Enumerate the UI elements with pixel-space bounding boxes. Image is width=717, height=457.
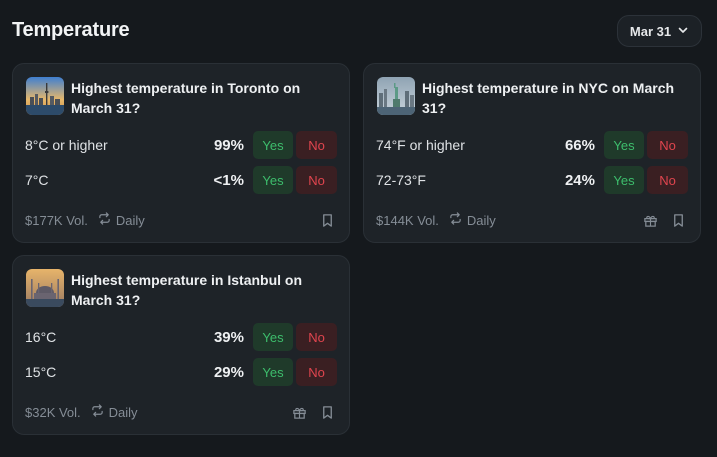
- gift-icon[interactable]: [642, 212, 658, 228]
- outcome-probability: 66%: [564, 136, 595, 154]
- outcome-label: 15°C: [25, 364, 57, 380]
- toronto-skyline-image: [26, 77, 64, 115]
- volume-label: $144K Vol.: [376, 212, 439, 228]
- volume-label: $32K Vol.: [25, 404, 81, 420]
- date-filter-dropdown[interactable]: Mar 31: [617, 15, 702, 47]
- recurrence-indicator: Daily: [98, 212, 145, 228]
- market-title[interactable]: Highest temperature in NYC on March 31?: [422, 78, 684, 118]
- date-filter-label: Mar 31: [629, 23, 672, 39]
- bookmark-icon[interactable]: [319, 212, 335, 228]
- repeat-icon: [98, 212, 111, 228]
- card-footer: $32K Vol. Daily: [25, 402, 335, 422]
- outcome-label: 16°C: [25, 329, 57, 345]
- no-button[interactable]: No: [647, 166, 688, 194]
- yes-button[interactable]: Yes: [253, 131, 293, 159]
- outcome-row: 7°C <1% Yes No: [25, 166, 337, 194]
- outcome-label: 72-73°F: [376, 172, 426, 188]
- yes-button[interactable]: Yes: [604, 131, 644, 159]
- page-title: Temperature: [12, 19, 130, 41]
- market-title[interactable]: Highest temperature in Toronto on March …: [71, 78, 333, 118]
- repeat-icon: [449, 212, 462, 228]
- volume-label: $177K Vol.: [25, 212, 88, 228]
- yes-button[interactable]: Yes: [253, 323, 293, 351]
- gift-icon[interactable]: [291, 404, 307, 420]
- bookmark-icon[interactable]: [319, 404, 335, 420]
- recurrence-indicator: Daily: [91, 404, 138, 420]
- no-button[interactable]: No: [296, 166, 337, 194]
- nyc-statue-of-liberty-image: [377, 77, 415, 115]
- yes-button[interactable]: Yes: [604, 166, 644, 194]
- recurrence-label: Daily: [108, 404, 138, 420]
- card-footer: $144K Vol. Daily: [376, 210, 686, 230]
- market-title[interactable]: Highest temperature in Istanbul on March…: [71, 270, 333, 310]
- outcome-probability: <1%: [213, 171, 244, 189]
- outcome-row: 74°F or higher 66% Yes No: [376, 131, 688, 159]
- no-button[interactable]: No: [296, 131, 337, 159]
- market-card-nyc[interactable]: Highest temperature in NYC on March 31? …: [363, 63, 701, 243]
- outcome-row: 8°C or higher 99% Yes No: [25, 131, 337, 159]
- yes-button[interactable]: Yes: [253, 358, 293, 386]
- chevron-down-icon: [677, 24, 689, 39]
- repeat-icon: [91, 404, 104, 420]
- bookmark-icon[interactable]: [670, 212, 686, 228]
- outcome-row: 15°C 29% Yes No: [25, 358, 337, 386]
- no-button[interactable]: No: [296, 323, 337, 351]
- istanbul-mosque-image: [26, 269, 64, 307]
- card-footer: $177K Vol. Daily: [25, 210, 335, 230]
- outcome-label: 74°F or higher: [376, 137, 465, 153]
- no-button[interactable]: No: [647, 131, 688, 159]
- outcome-row: 16°C 39% Yes No: [25, 323, 337, 351]
- yes-button[interactable]: Yes: [253, 166, 293, 194]
- outcome-probability: 39%: [213, 328, 244, 346]
- outcome-probability: 24%: [564, 171, 595, 189]
- no-button[interactable]: No: [296, 358, 337, 386]
- recurrence-indicator: Daily: [449, 212, 496, 228]
- market-card-istanbul[interactable]: Highest temperature in Istanbul on March…: [12, 255, 350, 435]
- outcome-label: 8°C or higher: [25, 137, 108, 153]
- outcome-label: 7°C: [25, 172, 49, 188]
- outcome-probability: 99%: [213, 136, 244, 154]
- recurrence-label: Daily: [115, 212, 145, 228]
- recurrence-label: Daily: [466, 212, 496, 228]
- outcome-row: 72-73°F 24% Yes No: [376, 166, 688, 194]
- market-card-toronto[interactable]: Highest temperature in Toronto on March …: [12, 63, 350, 243]
- outcome-probability: 29%: [213, 363, 244, 381]
